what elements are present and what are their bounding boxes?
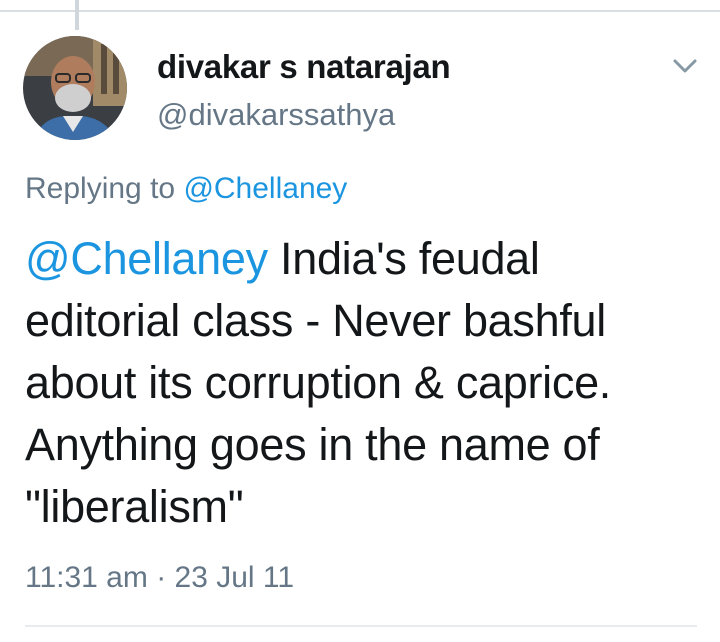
tweet-text: @Chellaney India's feudal editorial clas…	[25, 228, 705, 538]
avatar-image	[23, 36, 127, 140]
top-divider	[0, 10, 720, 12]
tweet-timestamp[interactable]: 11:31 am · 23 Jul 11	[25, 561, 294, 595]
chevron-down-icon[interactable]	[670, 54, 700, 78]
author-handle[interactable]: @divakarssathya	[157, 97, 395, 133]
reply-mention-link[interactable]: @Chellaney	[183, 172, 347, 205]
tweet-mention-link[interactable]: @Chellaney	[25, 233, 268, 284]
reply-context-prefix: Replying to	[25, 172, 176, 205]
thread-connector-line	[75, 0, 79, 30]
avatar[interactable]	[23, 36, 127, 140]
author-name[interactable]: divakar s natarajan	[157, 48, 451, 86]
bottom-divider	[25, 625, 697, 627]
reply-context: Replying to @Chellaney	[25, 172, 347, 206]
